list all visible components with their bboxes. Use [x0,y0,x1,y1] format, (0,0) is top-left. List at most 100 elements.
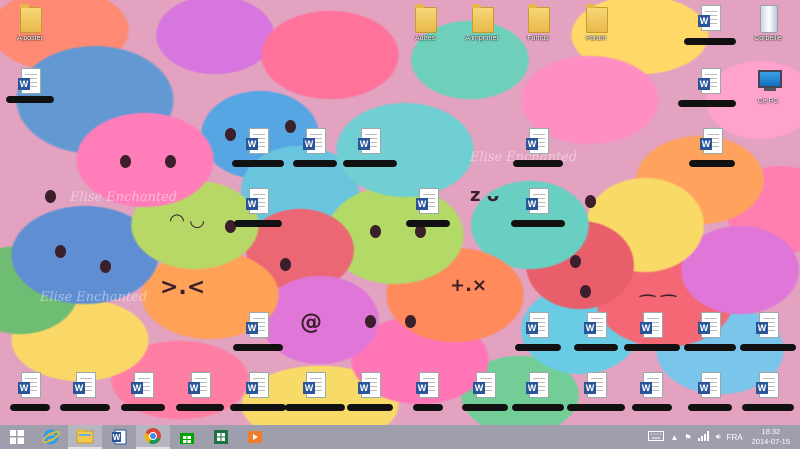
word-doc-icon: W [698,312,722,340]
taskbar-word[interactable]: W [102,425,136,449]
recycle-bin-icon [756,5,780,33]
taskbar-chrome[interactable] [136,425,170,449]
desktop-icon-autres[interactable]: Autres [395,4,455,43]
desktop-icon-a-poster[interactable]: A poster [0,4,60,43]
word-doc-icon: W [756,372,780,400]
desktop-icon-forum[interactable]: Forum [566,4,626,43]
word-doc-icon: W [526,128,550,156]
desktop-icon-word-doc[interactable]: W [680,312,740,340]
desktop-icon-label: A imprimer [465,35,499,42]
taskbar-file-explorer[interactable] [68,425,102,449]
taskbar-excel[interactable] [204,425,238,449]
candy-face: ◠ ◡ [170,210,204,231]
flag-icon[interactable]: ⚑ [684,433,691,442]
desktop-icon-word-doc[interactable]: W [508,128,568,156]
word-doc-icon: W [246,312,270,340]
desktop-icon-word-doc[interactable]: W [682,128,742,156]
desktop-icon-label: Corbeille [754,35,782,42]
desktop-icon-word-doc[interactable]: W [228,188,288,216]
taskbar: W ▲ ⚑ 🔊︎ FRA 18:32 2014-07-15 [0,425,800,449]
desktop-icon-word-doc[interactable]: W [285,128,345,156]
candy-eye [580,285,591,298]
tray-chevron-up-icon[interactable]: ▲ [670,433,678,442]
redaction-scribble [406,220,450,227]
desktop-icon-ce-pc[interactable]: Ce PC [738,68,798,106]
word-doc-icon: W [526,312,550,340]
ie-icon [42,429,60,445]
word-doc-icon: W [246,372,270,400]
excel-icon [214,430,228,444]
word-doc-icon: W [358,128,382,156]
word-doc-icon: W [698,68,722,96]
word-doc-icon: W [640,312,664,340]
taskbar-internet-explorer[interactable] [34,425,68,449]
desktop-icon-word-doc[interactable]: W [398,372,458,400]
candy-eye [370,225,381,238]
candy-face: +.× [450,275,488,296]
desktop-icon-word-doc[interactable]: W [455,372,515,400]
word-doc-icon: W [246,188,270,216]
clock-time: 18:32 [761,427,781,436]
clock[interactable]: 18:32 2014-07-15 [752,427,790,447]
desktop-icon-word-doc[interactable]: W [508,312,568,340]
candy-face: >.< [160,275,206,300]
candy-eye [45,190,56,203]
redaction-scribble [285,404,345,411]
desktop-icon-word-doc[interactable]: W [566,372,626,400]
redaction-scribble [413,404,443,411]
desktop-icon-fumus[interactable]: Fumus [508,4,568,43]
candy-eye [570,255,581,268]
windows-logo-icon [10,430,24,444]
redaction-scribble [678,100,736,107]
folder-icon [413,4,437,33]
desktop-icon-corbeille[interactable]: Corbeille [738,5,798,43]
desktop-icon-a-imprimer[interactable]: A imprimer [452,4,512,43]
desktop-icon-word-doc[interactable]: W [170,372,230,400]
desktop-icon-word-doc[interactable]: W [228,128,288,156]
word-doc-icon: W [188,372,212,400]
keyboard-icon[interactable] [648,431,665,443]
redaction-scribble [574,344,618,351]
redaction-scribble [689,160,735,167]
candy-eye [405,315,416,328]
redaction-scribble [632,404,672,411]
desktop-icon-word-doc[interactable]: W [508,188,568,216]
start-button[interactable] [0,425,34,449]
desktop-icon-word-doc[interactable]: W [508,372,568,400]
desktop-icon-word-doc[interactable]: W [738,312,798,340]
desktop-icon-word-doc[interactable]: W [228,312,288,340]
wallpaper-watermark: Elise Enchanted [40,290,148,305]
folder-icon [18,4,42,33]
network-icon[interactable] [697,431,710,443]
language-indicator[interactable]: FRA [727,433,743,442]
desktop-icon-word-doc[interactable]: W [113,372,173,400]
taskbar-media[interactable] [238,425,272,449]
volume-icon[interactable]: 🔊︎ [716,432,721,442]
redaction-scribble [176,404,224,411]
desktop-icon-word-doc[interactable]: W [398,188,458,216]
redaction-scribble [740,344,796,351]
desktop-icon-word-doc[interactable]: W [285,372,345,400]
word-doc-icon: W [303,128,327,156]
redaction-scribble [513,160,563,167]
desktop-icon-word-doc[interactable]: W [622,372,682,400]
redaction-scribble [624,344,680,351]
computer-icon [756,68,782,96]
desktop-icon-word-doc[interactable]: W [622,312,682,340]
desktop-icon-word-doc[interactable]: W [340,372,400,400]
desktop-icon-word-doc[interactable]: W [566,312,626,340]
desktop-icon-word-doc[interactable]: W [0,372,60,400]
word-doc-icon: W [698,372,722,400]
desktop-icon-word-doc[interactable]: W [738,372,798,400]
candy-eye [165,155,176,168]
system-tray: ▲ ⚑ 🔊︎ FRA 18:32 2014-07-15 [645,425,800,449]
redaction-scribble [511,220,565,227]
desktop-icon-word-doc[interactable]: W [340,128,400,156]
desktop-icon-word-doc[interactable]: W [55,372,115,400]
candy-eye [585,195,596,208]
word-doc-icon: W [18,68,42,96]
desktop-icon-word-doc[interactable]: W [228,372,288,400]
word-doc-icon: W [640,372,664,400]
taskbar-store[interactable] [170,425,204,449]
desktop-icon-word-doc[interactable]: W [680,372,740,400]
